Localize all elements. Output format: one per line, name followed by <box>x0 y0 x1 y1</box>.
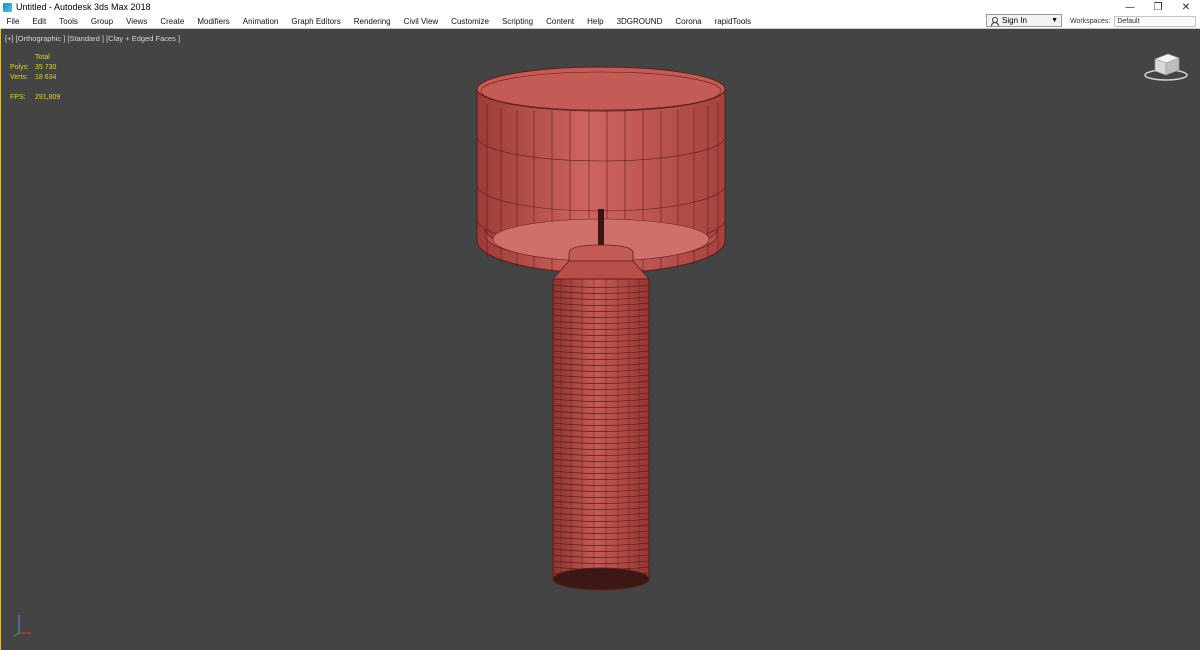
menu-animation[interactable]: Animation <box>236 17 285 26</box>
sign-in-dropdown[interactable]: Sign In ▼ <box>986 14 1062 27</box>
close-button[interactable]: ✕ <box>1172 0 1200 14</box>
lamp-neck-cap <box>568 244 634 262</box>
lamp-base-column <box>552 278 650 580</box>
menu-content[interactable]: Content <box>540 17 581 26</box>
menu-help[interactable]: Help <box>581 17 610 26</box>
window-controls: — ❐ ✕ <box>1116 0 1200 14</box>
user-icon <box>991 16 999 26</box>
sign-in-label: Sign In <box>1002 16 1027 25</box>
menu-edit[interactable]: Edit <box>26 17 53 26</box>
viewport[interactable]: [+] [Orthographic ] [Standard ] [Clay + … <box>0 29 1200 650</box>
menu-civil-view[interactable]: Civil View <box>397 17 445 26</box>
menu-rapidtools[interactable]: rapidTools <box>708 17 757 26</box>
app-icon <box>3 2 12 12</box>
menu-file[interactable]: File <box>0 17 26 26</box>
lamp-neck-flare <box>552 260 650 280</box>
lamp-base-bottom <box>552 567 650 591</box>
menu-rendering[interactable]: Rendering <box>347 17 397 26</box>
menu-3dground[interactable]: 3DGROUND <box>610 17 669 26</box>
menu-views[interactable]: Views <box>120 17 154 26</box>
menu-customize[interactable]: Customize <box>445 17 496 26</box>
menu-corona[interactable]: Corona <box>669 17 708 26</box>
menu-graph-editors[interactable]: Graph Editors <box>285 17 347 26</box>
workspaces-value: Default <box>1117 17 1140 25</box>
axis-tripod-icon <box>13 615 31 637</box>
menu-group[interactable]: Group <box>84 17 119 26</box>
lamp-mesh[interactable] <box>1 29 1200 650</box>
workspaces-select[interactable]: Default <box>1114 15 1197 27</box>
minimize-button[interactable]: — <box>1116 0 1144 14</box>
workspaces-control: Workspaces: Default <box>1070 14 1197 28</box>
menu-modifiers[interactable]: Modifiers <box>191 17 236 26</box>
workspaces-label: Workspaces: <box>1070 17 1111 25</box>
menu-scripting[interactable]: Scripting <box>495 17 539 26</box>
menu-create[interactable]: Create <box>154 17 191 26</box>
title-bar: Untitled - Autodesk 3ds Max 2018 — ❐ ✕ <box>0 0 1200 14</box>
menu-tools[interactable]: Tools <box>53 17 85 26</box>
chevron-down-icon: ▼ <box>1051 17 1058 24</box>
window-title: Untitled - Autodesk 3ds Max 2018 <box>16 2 151 12</box>
restore-button[interactable]: ❐ <box>1144 0 1172 14</box>
